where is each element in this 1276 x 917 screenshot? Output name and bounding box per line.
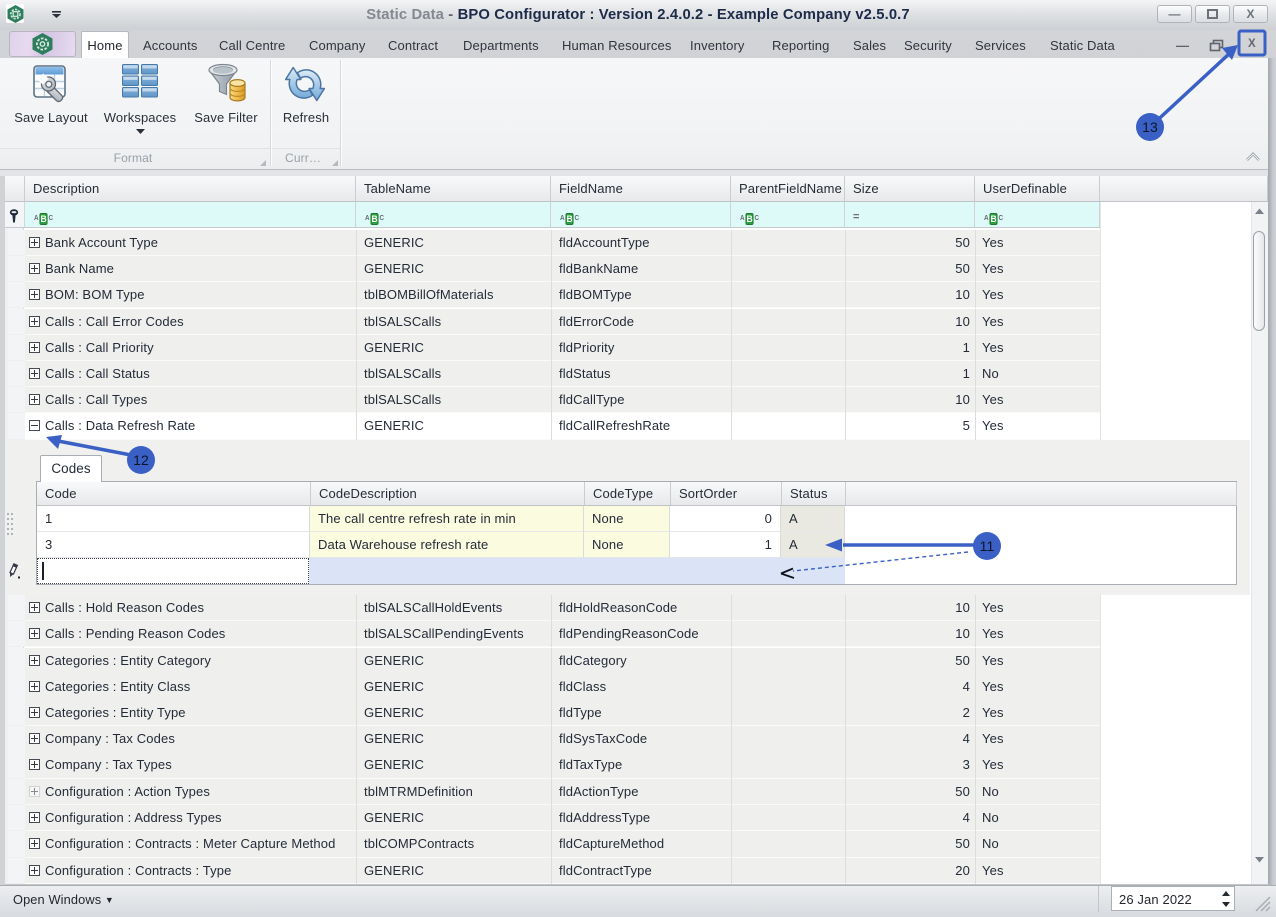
- svg-text:13: 13: [1142, 119, 1158, 135]
- svg-text:12: 12: [133, 452, 149, 468]
- svg-text:11: 11: [980, 538, 995, 554]
